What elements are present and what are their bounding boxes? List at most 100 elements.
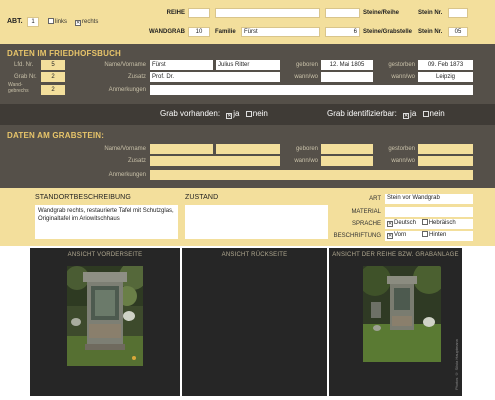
photo-panel-rueckseite: ANSICHT RÜCKSEITE [182,248,327,396]
wandgrab-label: WANDGRAB [149,29,185,35]
gestorben-label: gestorben [388,62,415,68]
gs-anmerkungen-label: Anmerkungen [108,172,146,178]
wand-field[interactable]: 2 [41,85,65,95]
grab-identifizierbar-group: Grab identifizierbar: ja nein [327,109,445,119]
grab-status-bar: Grab vorhanden: ja nein Grab identifizie… [0,104,495,125]
sprache-field: Deutsch Hebräisch [385,219,473,229]
gs-zusatz-label: Zusatz [127,158,146,164]
gs-gestorben-label: gestorben [388,146,415,152]
stein-nr2-field[interactable]: 05 [448,27,468,37]
beschriftung-label: BESCHRIFTUNG [333,233,381,239]
abt-label: ABT. [7,18,23,25]
sprache-hebraeisch-checkbox[interactable] [421,219,428,225]
grab-vorhanden-label: Grab vorhanden: [160,109,221,118]
abt-field[interactable]: 1 [27,17,39,27]
geboren-label: geboren [295,62,318,68]
stein-nr2-label: Stein Nr. [418,29,443,35]
lfd-label: Lfd. Nr. [14,62,34,68]
grabstein-section: DATEN AM GRABSTEIN: Name/Vorname geboren… [0,125,495,188]
reihe-field[interactable] [188,8,210,18]
beschriftung-vorn-checkbox[interactable] [387,233,393,239]
reihe-extra-field[interactable] [215,8,320,18]
gs-wann-wo-field[interactable] [321,156,373,166]
photo-title-reihe: ANSICHT DER REIHE BZW. GRABANLAGE [332,252,459,258]
grab-identifizierbar-ja-checkbox[interactable] [403,113,410,119]
art-field[interactable]: Stein vor Wandgrab [385,194,473,204]
beschriftung-hinten-checkbox[interactable] [422,231,429,237]
beschriftung-vorn-label: Vorn [394,232,407,238]
grab-vorhanden-nein-checkbox[interactable] [245,111,252,117]
steine-grabstelle-label: Steine/Grabstelle [363,29,413,35]
sprache-deutsch-checkbox[interactable] [387,221,393,227]
wann-wo-label: wann/wo [294,74,318,80]
links-option[interactable]: links [48,17,67,27]
zustand-title: ZUSTAND [185,194,219,201]
wandgrab-field[interactable]: 10 [188,27,210,37]
zusatz-label: Zusatz [127,74,146,80]
grab-identifizierbar-nein-label: nein [429,109,445,118]
sprache-hebraeisch-label: Hebräisch [428,220,456,226]
standort-textbox[interactable]: Wandgrab rechts, restaurierte Tafel mit … [35,205,178,239]
rechts-option[interactable]: rechts [75,17,98,27]
material-field[interactable] [385,207,473,217]
gestorben-field[interactable]: 09. Feb 1873 [418,60,473,70]
rechts-checkbox[interactable] [75,20,81,26]
gs-wann-wo2-field[interactable] [418,156,473,166]
photo-panel-reihe: ANSICHT DER REIHE BZW. GRABANLAGE [329,248,462,396]
grab-vorhanden-nein-label: nein [252,109,268,118]
links-checkbox[interactable] [48,18,54,24]
grab-vorhanden-group: Grab vorhanden: ja nein [160,109,268,119]
wand-label: Wand-gebrechs [8,82,29,94]
steine-reihe-label: Steine/Reihe [363,10,400,16]
photo-panel-vorderseite: ANSICHT VORDERSEITE [30,248,180,396]
stein-nr-field[interactable] [448,8,468,18]
beschriftung-field: Vorn Hinten [385,231,473,241]
gs-anmerkungen-field[interactable] [150,170,473,180]
rechts-label: rechts [82,19,99,25]
grab-identifizierbar-ja-label: ja [410,109,417,118]
wann-wo2-field[interactable]: Leipzig [418,72,473,82]
photo-title-rueckseite: ANSICHT RÜCKSEITE [221,252,288,258]
gs-name-field[interactable] [150,144,213,154]
familie-label: Familie [215,29,236,35]
wann-wo2-label: wann/wo [391,74,415,80]
name-label: Name/Vorname [104,62,146,68]
gs-name-label: Name/Vorname [104,146,146,152]
lfd-field[interactable]: 5 [41,60,65,70]
grab-vorhanden-ja-checkbox[interactable] [226,113,233,119]
vorname-field[interactable]: Julius Ritter [216,60,280,70]
gs-gestorben-field[interactable] [418,144,473,154]
standort-section: STANDORTBESCHREIBUNG Wandgrab rechts, re… [0,188,495,246]
gs-wann-wo-label: wann/wo [294,158,318,164]
gs-geboren-label: geboren [295,146,318,152]
familie-field[interactable]: Fürst [241,27,320,37]
anmerkungen-field[interactable] [150,85,473,95]
gs-zusatz-field[interactable] [150,156,280,166]
gs-geboren-field[interactable] [321,144,373,154]
stein-nr-label: Stein Nr. [418,10,443,16]
links-label: links [55,19,68,25]
photos-section: ANSICHT VORDERSEITE ANSICHT RÜCKSEITE AN… [0,246,495,400]
name-field[interactable]: Fürst [150,60,213,70]
beschriftung-hinten-label: Hinten [429,232,447,238]
art-label: ART [369,196,381,202]
friedhofsbuch-title: DATEN IM FRIEDHOFSBUCH [7,49,122,58]
header-section: ABT. 1 links rechts REIHE Steine/Reihe S… [0,0,495,44]
anmerkungen-label: Anmerkungen [108,87,146,93]
photo-vorderseite-image[interactable] [67,266,143,366]
grab-nr-label: Grab Nr. [14,74,37,80]
zustand-textbox[interactable] [185,205,328,239]
grab-nr-field[interactable]: 2 [41,72,65,82]
photo-title-vorderseite: ANSICHT VORDERSEITE [67,252,143,258]
geboren-field[interactable]: 12. Mai 1805 [321,60,373,70]
wann-wo-field[interactable] [321,72,373,82]
gs-vorname-field[interactable] [216,144,280,154]
reihe-label: REIHE [166,10,185,16]
photo-reihe-image[interactable] [363,266,441,362]
steine-grabstelle-field[interactable]: 6 [325,27,360,37]
steine-reihe-field[interactable] [325,8,360,18]
zusatz-field[interactable]: Prof. Dr. [150,72,280,82]
sprache-deutsch-label: Deutsch [394,220,417,226]
grab-identifizierbar-nein-checkbox[interactable] [422,111,429,117]
grab-identifizierbar-label: Grab identifizierbar: [327,109,397,118]
